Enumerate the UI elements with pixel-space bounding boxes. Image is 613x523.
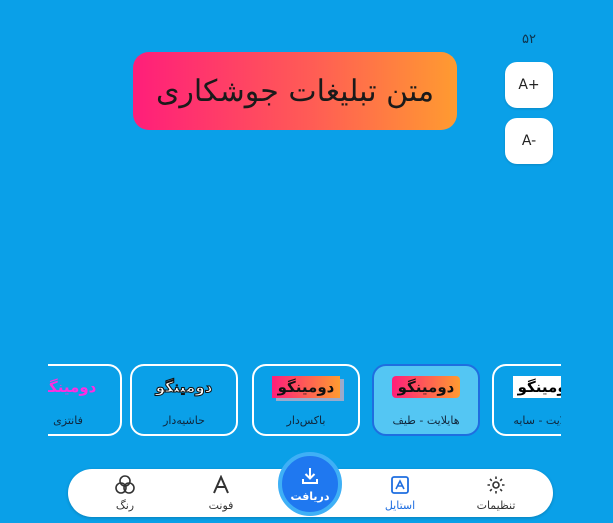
increase-font-button[interactable]: A+: [505, 62, 553, 108]
gear-icon: [456, 475, 536, 495]
nav-font[interactable]: فونت: [181, 469, 261, 517]
nav-settings-label: تنظیمات: [476, 499, 516, 512]
download-icon: [282, 466, 338, 486]
nav-style[interactable]: استایل: [360, 469, 440, 517]
style-caption: هایلایت - سایه: [513, 414, 561, 427]
style-caption: حاشیه‌دار: [163, 414, 205, 427]
style-icon: [360, 475, 440, 495]
style-card-fancy[interactable]: دومینگو فانتزی: [48, 364, 122, 436]
palette-icon: [85, 475, 165, 495]
style-caption: هایلایت - طیف: [392, 414, 460, 427]
nav-color[interactable]: رنگ: [85, 469, 165, 517]
banner-text: متن تبلیغات جوشکاری: [155, 73, 435, 109]
text-preview-banner[interactable]: متن تبلیغات جوشکاری: [133, 52, 457, 130]
decrease-font-button[interactable]: A-: [505, 118, 553, 164]
style-preview: دومینگو: [48, 378, 97, 396]
style-card-highlight-gradient[interactable]: دومینگو هایلایت - طیف: [372, 364, 480, 436]
style-preview: دومینگو: [374, 376, 478, 398]
style-preview: دومینگو: [254, 376, 358, 398]
style-card-boxed[interactable]: دومینگو باکس‌دار: [252, 364, 360, 436]
download-label: دریافت: [290, 490, 330, 503]
download-button[interactable]: دریافت: [278, 452, 342, 516]
style-card-highlight-shadow[interactable]: دومینگو هایلایت - سایه: [492, 364, 561, 436]
font-icon: [181, 475, 261, 495]
style-card-outline[interactable]: دومینگو حاشیه‌دار: [130, 364, 238, 436]
nav-settings[interactable]: تنظیمات: [456, 469, 536, 517]
style-caption: باکس‌دار: [286, 414, 326, 427]
style-preview: دومینگو: [155, 378, 213, 397]
style-carousel[interactable]: دومینگو فانتزی دومینگو حاشیه‌دار دومینگو…: [48, 362, 561, 442]
nav-font-label: فونت: [208, 499, 234, 512]
nav-color-label: رنگ: [115, 499, 135, 512]
style-preview: دومینگو: [494, 376, 561, 398]
font-size-value: ۵۲: [522, 32, 536, 47]
style-caption: فانتزی: [53, 414, 83, 427]
nav-style-label: استایل: [384, 499, 416, 512]
